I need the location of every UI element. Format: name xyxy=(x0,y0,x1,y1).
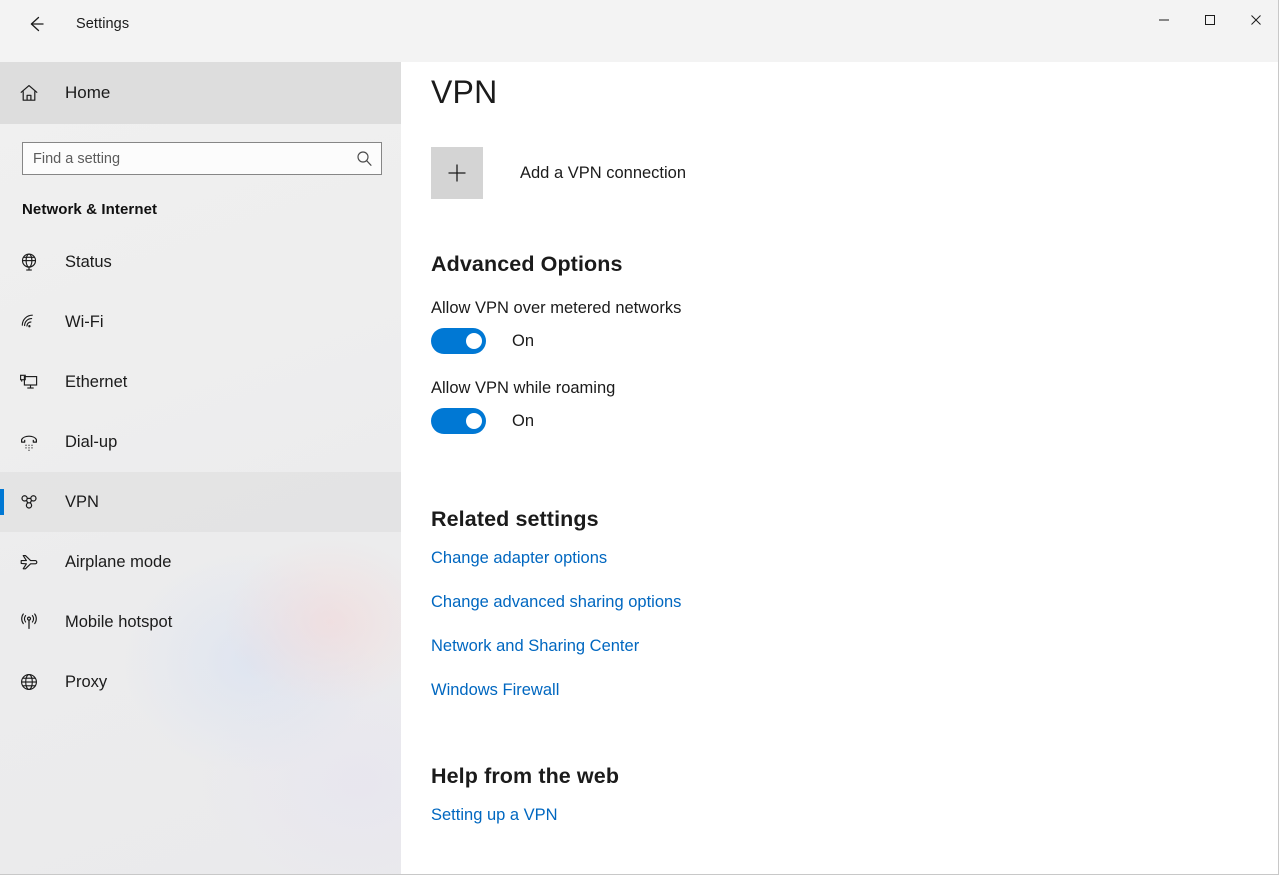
ethernet-icon xyxy=(18,371,52,393)
app-title: Settings xyxy=(76,15,130,32)
sidebar-item-proxy[interactable]: Proxy xyxy=(0,652,401,712)
selection-indicator xyxy=(0,489,4,515)
toggle-row-metered: On xyxy=(431,328,1278,354)
plus-icon xyxy=(431,147,483,199)
toggle-group-roaming: Allow VPN while roaming On xyxy=(431,379,1278,434)
maximize-icon xyxy=(1205,15,1215,25)
search-input[interactable] xyxy=(23,143,347,174)
sidebar-item-dialup[interactable]: Dial-up xyxy=(0,412,401,472)
close-button[interactable] xyxy=(1233,0,1278,40)
search-icon[interactable] xyxy=(347,143,381,174)
toggle-state-roaming: On xyxy=(512,411,535,430)
advanced-options-heading: Advanced Options xyxy=(431,252,623,276)
main-content: VPN Add a VPN connection Advanced Option… xyxy=(401,62,1278,874)
sidebar-item-proxy-label: Proxy xyxy=(65,672,108,691)
search-container xyxy=(0,124,401,175)
toggle-row-roaming: On xyxy=(431,408,1278,434)
toggle-state-metered: On xyxy=(512,331,535,350)
sidebar-item-airplane-mode-label: Airplane mode xyxy=(65,552,172,571)
related-settings-heading: Related settings xyxy=(431,507,599,531)
dialup-phone-icon xyxy=(18,431,52,453)
sidebar-category-heading: Network & Internet xyxy=(22,201,158,218)
link-setting-up-a-vpn[interactable]: Setting up a VPN xyxy=(431,806,558,825)
home-icon xyxy=(18,82,52,104)
link-change-adapter-options[interactable]: Change adapter options xyxy=(431,549,607,568)
minimize-button[interactable] xyxy=(1141,0,1187,40)
minimize-icon xyxy=(1159,19,1169,21)
add-vpn-connection-label: Add a VPN connection xyxy=(520,163,687,182)
sidebar: Home Network & Internet xyxy=(0,62,401,874)
close-icon xyxy=(1251,15,1261,25)
sidebar-item-status-label: Status xyxy=(65,252,112,271)
sidebar-item-vpn[interactable]: VPN xyxy=(0,472,401,532)
toggle-label-roaming: Allow VPN while roaming xyxy=(431,379,616,397)
sidebar-item-mobile-hotspot-label: Mobile hotspot xyxy=(65,612,173,631)
title-bar: Settings xyxy=(0,0,1278,62)
toggle-switch-metered[interactable] xyxy=(431,328,486,354)
page-title: VPN xyxy=(431,74,498,110)
search-box[interactable] xyxy=(22,142,382,175)
sidebar-item-wifi-label: Wi-Fi xyxy=(65,312,104,331)
sidebar-item-home[interactable]: Home xyxy=(0,62,401,124)
sidebar-item-wifi[interactable]: Wi-Fi xyxy=(0,292,401,352)
sidebar-item-mobile-hotspot[interactable]: Mobile hotspot xyxy=(0,592,401,652)
vpn-icon xyxy=(18,491,52,513)
related-settings-links: Change adapter options Change advanced s… xyxy=(431,549,1278,700)
sidebar-item-ethernet-label: Ethernet xyxy=(65,372,128,391)
help-from-web-links: Setting up a VPN xyxy=(431,806,1278,825)
globe-icon xyxy=(18,251,52,273)
sidebar-nav-list: Status Wi-Fi Ethernet Dial-up VPN Airpla… xyxy=(0,232,401,712)
sidebar-item-airplane-mode[interactable]: Airplane mode xyxy=(0,532,401,592)
add-vpn-connection-button[interactable]: Add a VPN connection xyxy=(431,147,686,199)
sidebar-item-home-label: Home xyxy=(65,83,111,102)
sidebar-item-vpn-label: VPN xyxy=(65,492,99,511)
maximize-button[interactable] xyxy=(1187,0,1233,40)
back-button[interactable] xyxy=(14,6,58,42)
hotspot-icon xyxy=(18,611,52,633)
window-controls xyxy=(1141,0,1278,40)
toggle-switch-roaming[interactable] xyxy=(431,408,486,434)
title-bar-left: Settings xyxy=(0,0,129,47)
wifi-icon xyxy=(18,311,52,333)
sidebar-item-dialup-label: Dial-up xyxy=(65,432,118,451)
link-windows-firewall[interactable]: Windows Firewall xyxy=(431,681,559,700)
toggle-knob xyxy=(466,333,482,349)
link-network-and-sharing-center[interactable]: Network and Sharing Center xyxy=(431,637,639,656)
globe-icon xyxy=(18,671,52,693)
settings-window: Settings Home Find a setting Network & I… xyxy=(0,0,1279,875)
toggle-group-metered: Allow VPN over metered networks On xyxy=(431,299,1278,354)
link-change-advanced-sharing-options[interactable]: Change advanced sharing options xyxy=(431,593,681,612)
toggle-label-metered: Allow VPN over metered networks xyxy=(431,299,682,317)
sidebar-item-status[interactable]: Status xyxy=(0,232,401,292)
back-arrow-icon xyxy=(30,16,44,31)
help-from-web-heading: Help from the web xyxy=(431,764,620,788)
toggle-knob xyxy=(466,413,482,429)
airplane-icon xyxy=(18,551,52,573)
sidebar-item-ethernet[interactable]: Ethernet xyxy=(0,352,401,412)
